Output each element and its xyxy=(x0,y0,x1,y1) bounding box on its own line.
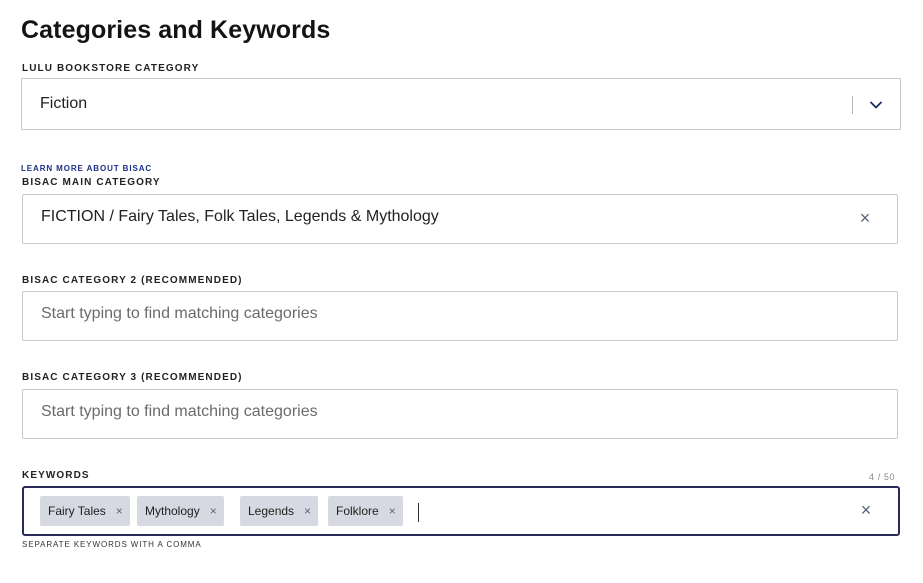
keywords-input[interactable]: Fairy Tales × Mythology × Legends × Folklor… xyxy=(22,486,900,536)
clear-icon[interactable]: × xyxy=(855,208,875,228)
bisac-3-input[interactable]: Start typing to find matching categories xyxy=(22,389,898,439)
bookstore-category-value: Fiction xyxy=(40,95,88,112)
keyword-chip-label: Mythology xyxy=(145,504,200,518)
select-separator xyxy=(852,96,853,114)
chevron-down-icon[interactable] xyxy=(868,97,884,113)
bisac-3-label: BISAC Category 3 (Recommended) xyxy=(22,372,243,383)
keyword-chip-label: Fairy Tales xyxy=(48,504,106,518)
remove-keyword-icon[interactable]: × xyxy=(210,496,224,526)
page-title: Categories and Keywords xyxy=(21,16,331,44)
keyword-chip: Fairy Tales × xyxy=(40,496,130,526)
keywords-counter: 4 / 50 xyxy=(869,472,896,482)
bisac-2-label: BISAC Category 2 (Recommended) xyxy=(22,275,243,286)
learn-more-bisac-link[interactable]: Learn more about BISAC xyxy=(21,164,152,173)
remove-keyword-icon[interactable]: × xyxy=(304,496,318,526)
bookstore-category-label: Lulu Bookstore Category xyxy=(22,63,200,74)
remove-keyword-icon[interactable]: × xyxy=(389,496,403,526)
keyword-chip-label: Legends xyxy=(248,504,295,518)
remove-keyword-icon[interactable]: × xyxy=(116,496,130,526)
bisac-2-placeholder: Start typing to find matching categories xyxy=(41,305,318,322)
bisac-2-input[interactable]: Start typing to find matching categories xyxy=(22,291,898,341)
keyword-chip: Legends × xyxy=(240,496,319,526)
bisac-3-placeholder: Start typing to find matching categories xyxy=(41,403,318,420)
keywords-helper-text: Separate keywords with a comma xyxy=(22,540,202,549)
keywords-label: Keywords xyxy=(22,470,90,481)
keyword-chip-label: Folklore xyxy=(336,504,379,518)
bisac-main-field[interactable]: FICTION / Fairy Tales, Folk Tales, Legen… xyxy=(22,194,898,244)
clear-icon[interactable]: × xyxy=(856,500,876,520)
bisac-main-label: BISAC Main Category xyxy=(22,177,161,188)
bisac-main-value: FICTION / Fairy Tales, Folk Tales, Legen… xyxy=(41,208,439,225)
keyword-chip: Mythology × xyxy=(137,496,224,526)
bookstore-category-select[interactable]: Fiction xyxy=(21,78,901,130)
text-caret xyxy=(418,503,419,522)
keyword-chip: Folklore × xyxy=(328,496,403,526)
